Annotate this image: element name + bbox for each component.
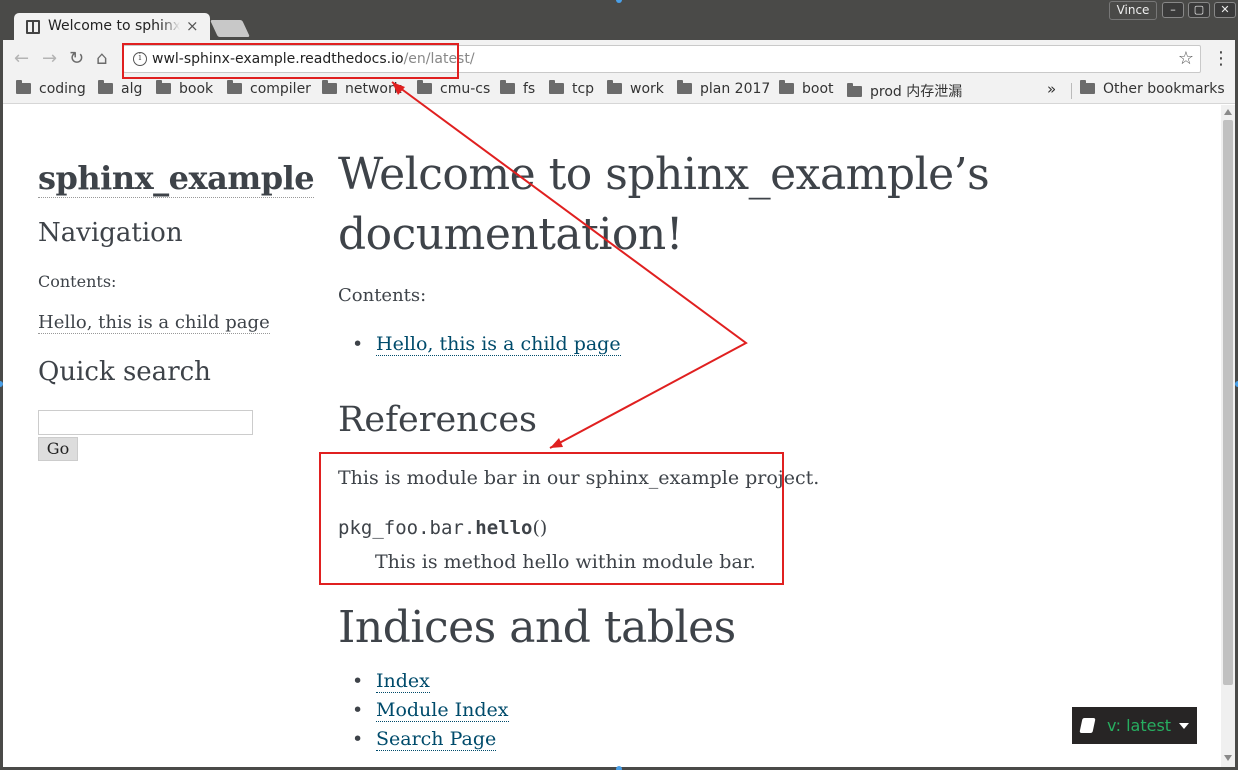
bookmark-folder[interactable]: fs — [500, 80, 535, 101]
browser-tab-active[interactable]: Welcome to sphinx_example's documentatio… — [14, 13, 210, 41]
selection-handle — [616, 766, 622, 770]
module-highlight-box — [319, 452, 784, 585]
scroll-up-arrow-icon[interactable] — [1224, 109, 1232, 115]
chrome-menu-icon[interactable]: ⋮ — [1212, 48, 1230, 69]
close-window-button[interactable]: ✕ — [1214, 2, 1236, 18]
url-highlight-box — [122, 43, 459, 79]
forward-arrow-icon[interactable]: → — [42, 50, 57, 68]
folder-icon — [677, 80, 692, 94]
book-icon — [1079, 718, 1096, 733]
close-tab-icon[interactable]: × — [186, 17, 199, 35]
contents-caption: Contents: — [338, 285, 427, 306]
bookmarks-bar: coding alg book compiler network cmu-cs … — [0, 78, 1238, 104]
sidebar-nav-link[interactable]: Hello, this is a child page — [38, 312, 270, 334]
sidebar-contents-caption: Contents: — [38, 272, 117, 291]
bookmark-folder[interactable]: boot — [779, 80, 834, 101]
bookmark-folder[interactable]: alg — [98, 80, 142, 101]
tab-title: Welcome to sphinx_example's documentatio… — [48, 18, 180, 34]
folder-icon — [607, 80, 622, 94]
reload-icon[interactable]: ↻ — [69, 50, 84, 68]
folder-icon — [322, 80, 337, 94]
folder-icon — [549, 80, 564, 94]
search-input[interactable] — [38, 410, 253, 435]
back-arrow-icon[interactable]: ← — [14, 50, 29, 68]
scroll-down-arrow-icon[interactable] — [1224, 755, 1232, 761]
other-bookmarks-folder[interactable]: Other bookmarks — [1080, 80, 1225, 101]
folder-icon — [16, 80, 31, 94]
bookmark-folder[interactable]: tcp — [549, 80, 594, 101]
bookmark-folder[interactable]: cmu-cs — [417, 80, 490, 101]
bookmarks-separator — [1071, 83, 1072, 99]
bookmark-folder[interactable]: book — [156, 80, 213, 101]
folder-icon — [156, 80, 171, 94]
home-icon[interactable]: ⌂ — [96, 50, 107, 68]
page-viewport: sphinx_example Navigation Contents: Hell… — [3, 105, 1223, 767]
index-link-item[interactable]: Search Page — [352, 728, 497, 751]
caret-down-icon — [1179, 723, 1189, 729]
bookmark-folder[interactable]: prod 内存泄漏 — [847, 81, 962, 101]
window-frame-left — [0, 40, 3, 770]
folder-icon — [779, 80, 794, 94]
page-icon — [26, 20, 40, 34]
vertical-scrollbar[interactable] — [1221, 105, 1235, 767]
bookmarks-overflow-button[interactable]: » — [1047, 80, 1056, 98]
version-label: v: latest — [1107, 716, 1172, 735]
bookmark-folder[interactable]: plan 2017 — [677, 80, 770, 101]
bookmark-folder[interactable]: coding — [16, 80, 86, 101]
bookmark-folder[interactable]: network — [322, 80, 402, 101]
quick-search-heading: Quick search — [38, 357, 211, 387]
new-tab-button[interactable] — [210, 20, 250, 37]
maximize-button[interactable]: ▢ — [1188, 2, 1210, 18]
profile-button[interactable]: Vince — [1109, 1, 1157, 20]
scrollbar-thumb[interactable] — [1223, 120, 1233, 685]
toc-item[interactable]: Hello, this is a child page — [352, 333, 621, 356]
rtd-version-badge[interactable]: v: latest — [1072, 707, 1197, 744]
folder-icon — [417, 80, 432, 94]
folder-icon — [1080, 80, 1095, 94]
bookmark-star-icon[interactable]: ☆ — [1178, 48, 1194, 69]
bookmark-folder[interactable]: work — [607, 80, 664, 101]
project-title[interactable]: sphinx_example — [38, 159, 315, 198]
search-go-button[interactable]: Go — [38, 437, 78, 461]
page-title: Welcome to sphinx_example’s documentation… — [338, 149, 990, 260]
index-link-item[interactable]: Module Index — [352, 699, 509, 722]
index-link-item[interactable]: Index — [352, 670, 430, 693]
bookmark-folder[interactable]: compiler — [227, 80, 311, 101]
navigation-heading: Navigation — [38, 218, 183, 248]
minimize-button[interactable]: – — [1162, 2, 1184, 18]
window-titlebar: Welcome to sphinx_example's documentatio… — [0, 0, 1238, 41]
folder-icon — [98, 80, 113, 94]
folder-icon — [227, 80, 242, 94]
references-heading: References — [338, 400, 537, 440]
folder-icon — [847, 83, 862, 97]
folder-icon — [500, 80, 515, 94]
indices-heading: Indices and tables — [338, 602, 736, 653]
